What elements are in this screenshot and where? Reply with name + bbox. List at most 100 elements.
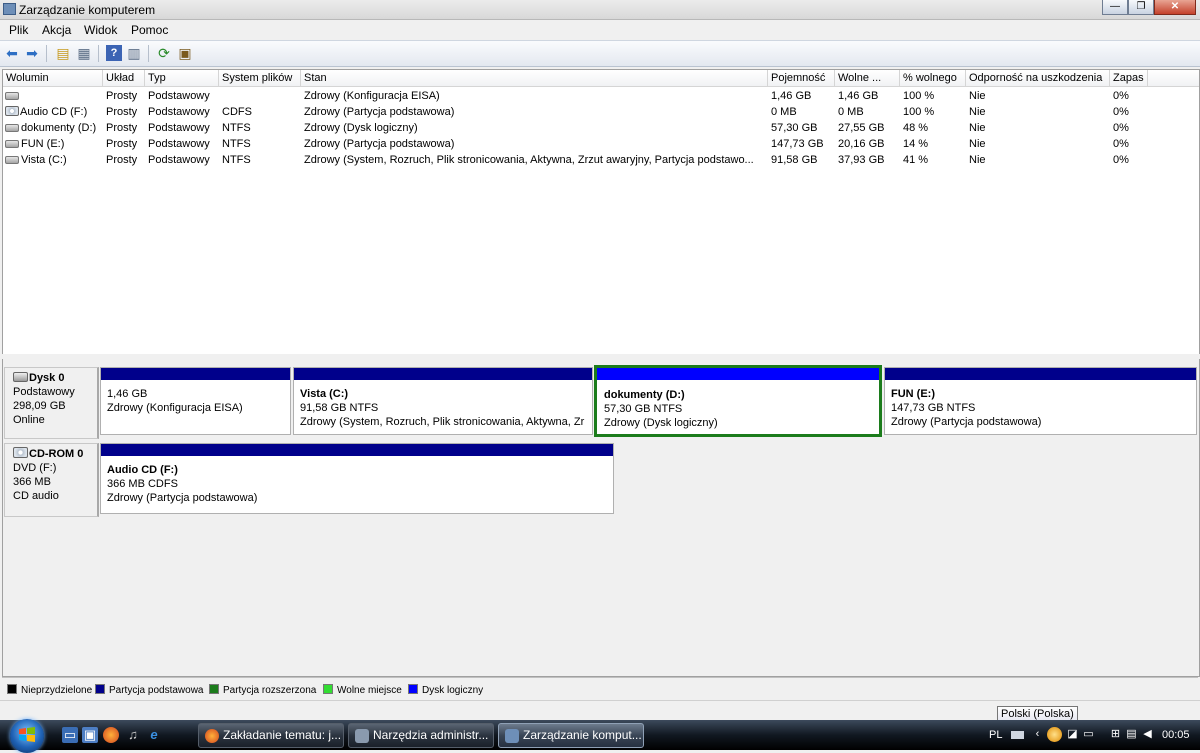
column-header-zapas[interactable]: Zapas [1110,70,1148,87]
legend-item: Dysk logiczny [408,684,483,696]
column-header-system-plikow[interactable]: System plików [219,70,301,87]
tray-network-icon[interactable]: ◪ [1066,728,1079,741]
legend-swatch [323,684,333,694]
cell-stan: Zdrowy (Konfiguracja EISA) [304,90,440,102]
legend-swatch [209,684,219,694]
language-indicator[interactable]: PL [989,729,1002,741]
tray-safely-remove-icon[interactable]: ⊞ [1109,728,1122,741]
taskbar-button-admin-tools[interactable]: Narzędzia administr... [348,723,494,748]
volume-icon[interactable]: ◀ [1141,728,1154,741]
cell-pojemnosc: 57,30 GB [771,122,818,134]
close-button[interactable]: ✕ [1154,0,1196,15]
partition-fun-e[interactable]: FUN (E:) 147,73 GB NTFS Zdrowy (Partycja… [884,367,1197,435]
column-header-pojemnosc[interactable]: Pojemność [768,70,835,87]
legend-item: Partycja rozszerzona [209,684,316,696]
firefox-quicklaunch-icon[interactable] [103,727,119,743]
column-header-wolumin[interactable]: Wolumin [3,70,103,87]
windows-logo-icon [19,727,35,742]
toolbar-separator [148,45,149,62]
tray-display-icon[interactable]: ▭ [1082,728,1095,741]
export-icon[interactable]: ▣ [177,45,193,61]
forward-arrow-icon[interactable]: ➡ [24,45,40,61]
partition-eisa[interactable]: 1,46 GB Zdrowy (Konfiguracja EISA) [100,367,291,435]
partition-status: Zdrowy (Konfiguracja EISA) [107,402,243,414]
chevron-left-icon[interactable]: ‹ [1031,728,1044,741]
partition-size: 1,46 GB [107,388,148,400]
cell-procent-wolnego: 100 % [903,106,935,118]
cell-uklad: Prosty [106,138,138,150]
back-arrow-icon[interactable]: ⬅ [4,45,20,61]
maximize-button[interactable]: ❐ [1128,0,1154,15]
minimize-button[interactable]: — [1102,0,1128,15]
column-header-procent-wolnego[interactable]: % wolnego [900,70,966,87]
keyboard-icon[interactable] [1011,731,1024,739]
legend-swatch [7,684,17,694]
column-header-stan[interactable]: Stan [301,70,768,87]
volume-list: Wolumin Układ Typ System plików Stan Poj… [2,69,1200,356]
partition-name: Vista (C:) [300,388,349,400]
partition-dokumenty-d[interactable]: dokumenty (D:) 57,30 GB NTFS Zdrowy (Dys… [594,365,882,437]
partition-audio-cd-f[interactable]: Audio CD (F:) 366 MB CDFS Zdrowy (Partyc… [100,443,614,514]
column-header-wolne[interactable]: Wolne ... [835,70,900,87]
properties-icon[interactable]: ▥ [126,45,142,61]
cdrom-0-label[interactable]: CD-ROM 0 DVD (F:) 366 MB CD audio [4,443,99,517]
cell-wolne: 20,16 GB [838,138,885,150]
table-row[interactable]: Audio CD (F:) Prosty Podstawowy CDFS Zdr… [3,104,1199,120]
tray-app-icon[interactable] [1047,727,1062,742]
admin-tools-icon [355,729,369,743]
cell-typ: Podstawowy [148,106,210,118]
start-button[interactable] [10,719,44,753]
column-header-odpornosc[interactable]: Odporność na uszkodzenia [966,70,1110,87]
toolbar-separator [98,45,99,62]
legend: Nieprzydzielone Partycja podstawowa Part… [2,677,1198,700]
menu-pomoc[interactable]: Pomoc [131,23,168,37]
column-header-filler [1148,70,1199,87]
column-header-typ[interactable]: Typ [145,70,219,87]
app-icon [3,3,16,15]
cell-wolne: 37,93 GB [838,154,885,166]
disk-name: Dysk 0 [29,372,65,384]
table-row[interactable]: Prosty Podstawowy Zdrowy (Konfiguracja E… [3,88,1199,104]
task-label: Zarządzanie komput... [523,728,642,742]
column-header-uklad[interactable]: Układ [103,70,145,87]
task-label: Narzędzia administr... [373,728,489,742]
up-folder-icon[interactable]: ▤ [55,45,71,61]
partition-size: 366 MB CDFS [107,478,178,490]
table-row[interactable]: FUN (E:) Prosty Podstawowy NTFS Zdrowy (… [3,136,1199,152]
legend-label: Partycja rozszerzona [223,685,317,696]
cell-uklad: Prosty [106,106,138,118]
cell-procent-wolnego: 100 % [903,90,935,102]
menu-plik[interactable]: Plik [9,23,28,37]
cell-system-plikow: CDFS [222,106,252,118]
cell-typ: Podstawowy [148,90,210,102]
taskbar-button-firefox[interactable]: Zakładanie tematu: j... [198,723,344,748]
show-hide-tree-icon[interactable]: ▦ [76,45,92,61]
disk-0-label[interactable]: Dysk 0 Podstawowy 298,09 GB Online [4,367,99,439]
clock[interactable]: 00:05 [1162,729,1190,741]
help-icon[interactable]: ? [106,45,122,61]
tray-computers-icon[interactable]: ▤ [1125,728,1138,741]
menu-widok[interactable]: Widok [84,23,117,37]
partition-name: dokumenty (D:) [604,389,685,401]
taskbar-button-computer-management[interactable]: Zarządzanie komput... [498,723,644,748]
internet-explorer-icon[interactable]: e [146,727,162,743]
switch-windows-icon[interactable]: ▣ [82,727,98,743]
disk-status: Online [13,414,45,426]
refresh-icon[interactable]: ⟳ [156,45,172,61]
cell-procent-wolnego: 14 % [903,138,929,150]
menu-akcja[interactable]: Akcja [42,23,71,37]
partition-vista-c[interactable]: Vista (C:) 91,58 GB NTFS Zdrowy (System,… [293,367,593,435]
media-player-icon[interactable]: ♫ [125,727,141,743]
show-desktop-icon[interactable]: ▭ [62,727,78,743]
table-row[interactable]: Vista (C:) Prosty Podstawowy NTFS Zdrowy… [3,152,1199,168]
drive-icon [5,92,19,101]
cell-pojemnosc: 147,73 GB [771,138,824,150]
drive-icon [5,140,19,149]
partition-size: 91,58 GB NTFS [300,402,379,414]
cell-odpornosc: Nie [969,154,986,166]
cell-uklad: Prosty [106,90,138,102]
cell-stan: Zdrowy (System, Rozruch, Plik stronicowa… [304,154,754,166]
table-row[interactable]: dokumenty (D:) Prosty Podstawowy NTFS Zd… [3,120,1199,136]
cd-drive-icon [5,106,19,116]
cell-pojemnosc: 1,46 GB [771,90,812,102]
